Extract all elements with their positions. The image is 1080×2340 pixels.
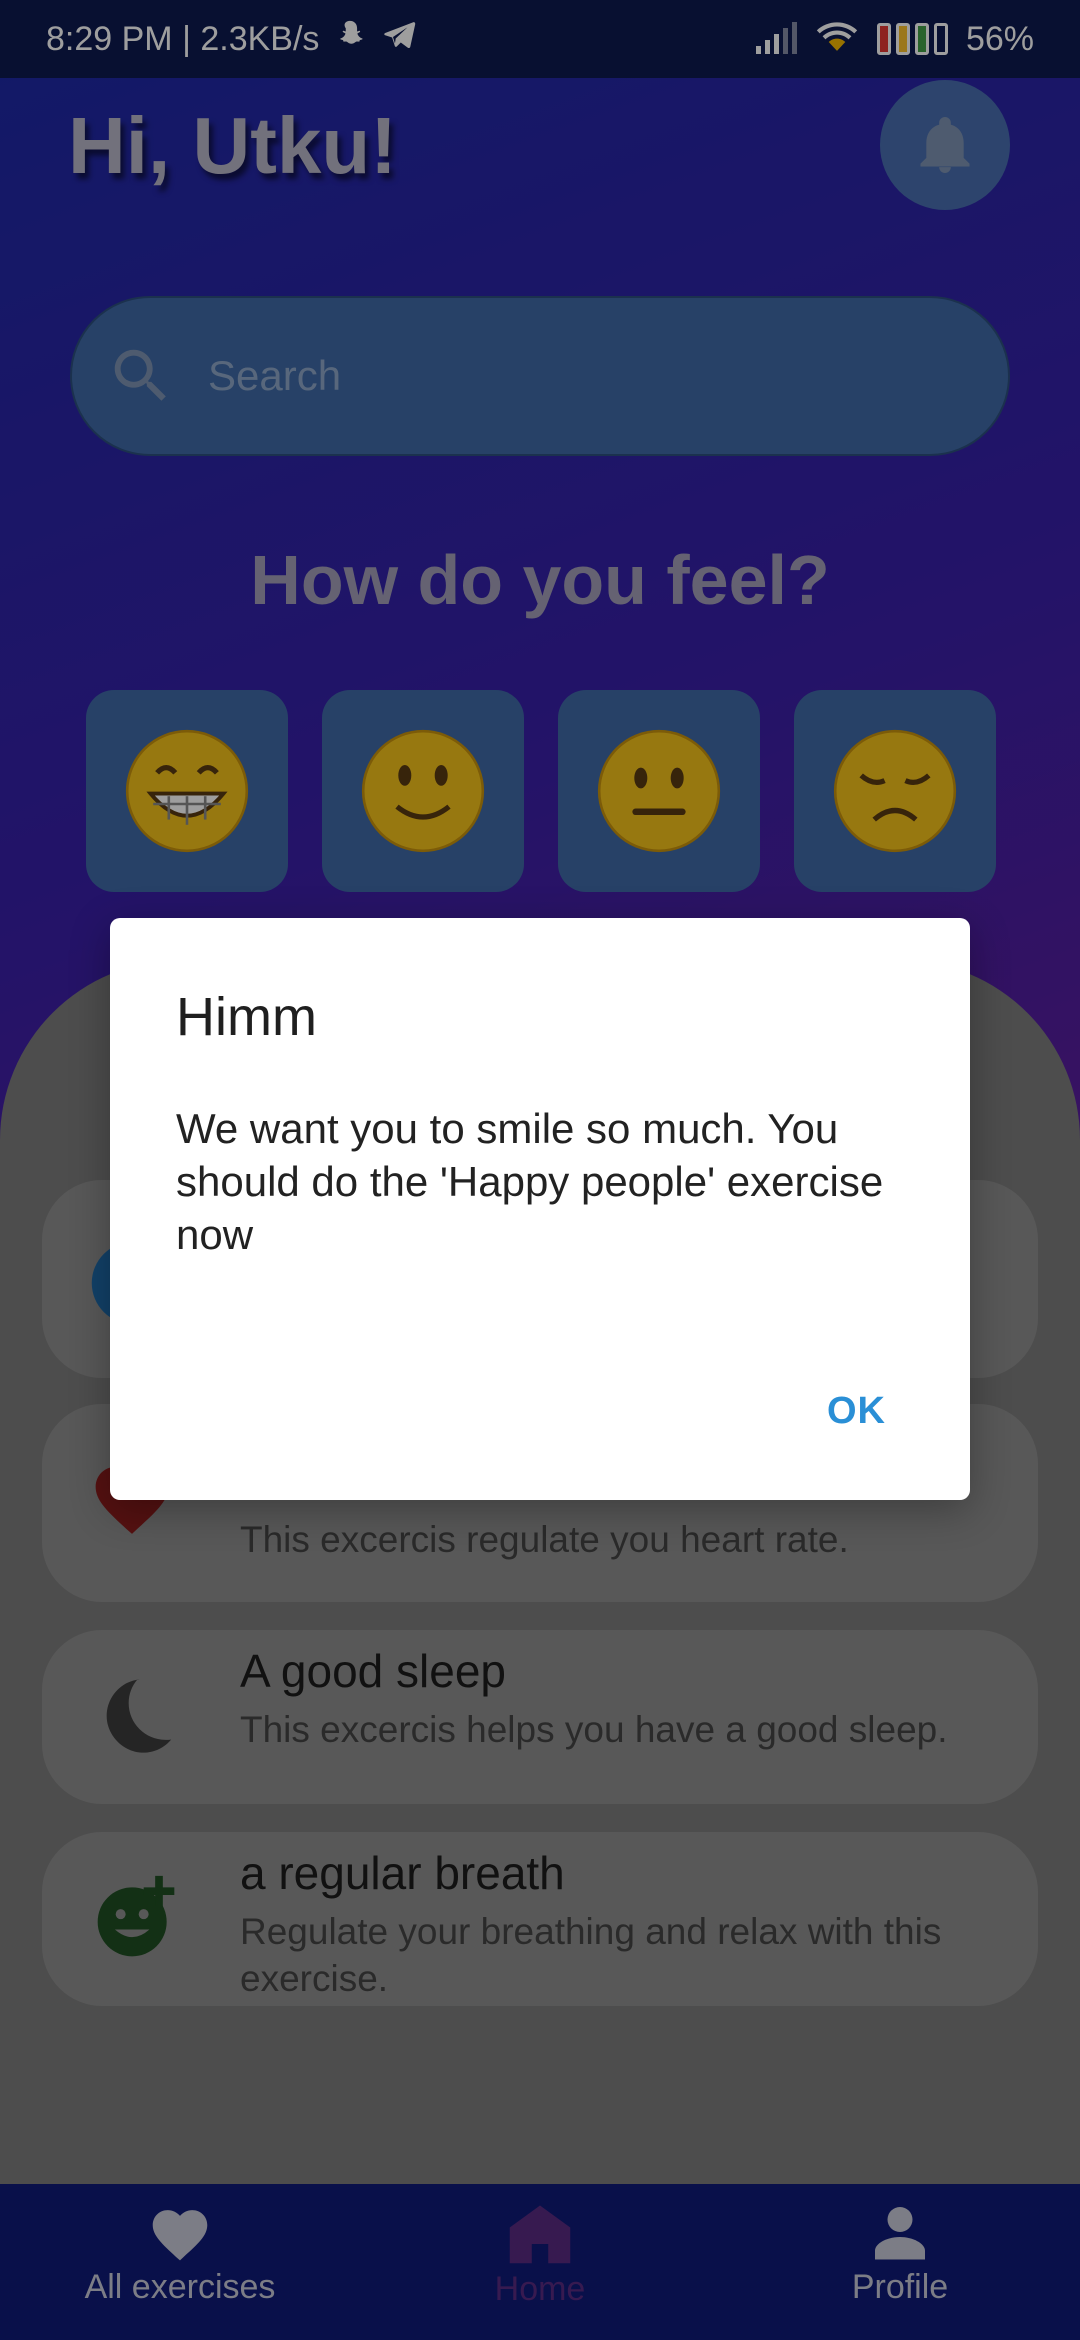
home-screen: 8:29 PM | 2.3KB/s 56% Hi, Utku! Search H… <box>0 0 1080 2340</box>
dialog-message: We want you to smile so much. You should… <box>176 1105 884 1258</box>
dialog-title: Himm <box>176 987 317 1047</box>
ok-button[interactable]: OK <box>827 1390 886 1433</box>
alert-dialog: Himm We want you to smile so much. You s… <box>110 918 970 1500</box>
